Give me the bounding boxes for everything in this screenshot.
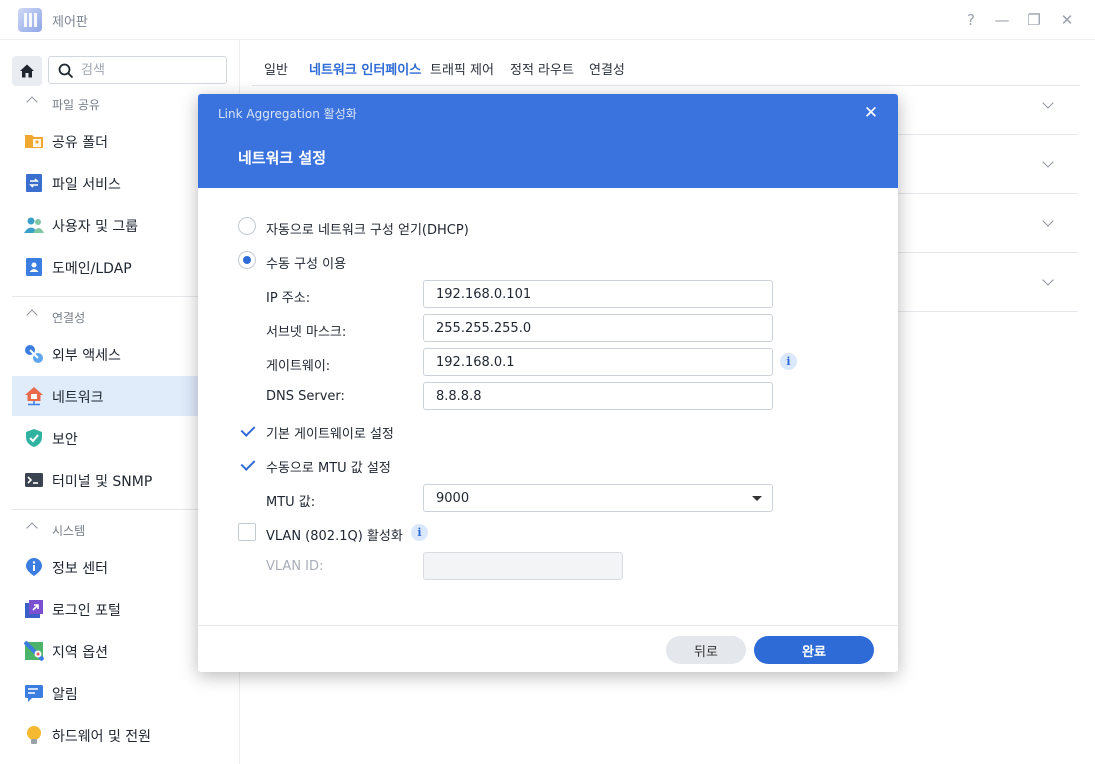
subnet-mask-input[interactable] (423, 314, 773, 342)
home-button[interactable] (12, 56, 42, 86)
chevron-up-icon (26, 309, 38, 321)
manual-mtu-label[interactable]: 수동으로 MTU 값 설정 (266, 457, 391, 476)
minimize-icon[interactable]: — (992, 10, 1012, 30)
dns-server-input[interactable] (423, 382, 773, 410)
section-divider (12, 296, 227, 297)
close-icon[interactable]: ✕ (862, 104, 880, 122)
search-icon (58, 63, 74, 79)
dialog-subtitle: 네트워크 설정 (238, 149, 327, 167)
mtu-value-label: MTU 값: (266, 495, 316, 510)
dialog-footer: 뒤로 완료 (198, 625, 898, 672)
maximize-icon[interactable]: ❐ (1024, 10, 1044, 30)
default-gateway-label[interactable]: 기본 게이트웨이로 설정 (266, 423, 394, 442)
section-divider (12, 509, 227, 510)
notification-icon (25, 685, 43, 702)
search-input[interactable] (81, 60, 221, 80)
dhcp-label[interactable]: 자동으로 네트워크 구성 얻기(DHCP) (266, 219, 469, 238)
caret-down-icon (752, 496, 762, 501)
regional-options-icon (24, 641, 44, 661)
dialog-title: Link Aggregation 활성화 (218, 107, 357, 121)
mtu-value-select[interactable]: 9000 (423, 484, 773, 512)
chevron-down-icon[interactable] (1042, 215, 1054, 227)
link-aggregation-dialog: Link Aggregation 활성화 네트워크 설정 ✕ 자동으로 네트워크… (198, 94, 898, 672)
domain-ldap-icon (26, 258, 42, 276)
sidebar-item-hardware-power[interactable]: 하드웨어 및 전원 (12, 715, 240, 755)
help-icon[interactable]: ? (961, 10, 981, 30)
chevron-up-icon (26, 96, 38, 108)
shared-folder-icon (25, 135, 43, 148)
hardware-power-icon (27, 726, 41, 744)
control-panel-app-icon (18, 8, 42, 32)
vlan-id-input[interactable] (423, 552, 623, 580)
vlan-label[interactable]: VLAN (802.1Q) 활성화 (266, 525, 403, 544)
vlan-id-label: VLAN ID: (266, 559, 324, 574)
mtu-selected-value: 9000 (436, 491, 470, 506)
manual-mtu-checkbox[interactable] (238, 455, 256, 473)
dns-server-label: DNS Server: (266, 389, 345, 404)
info-center-icon (26, 558, 42, 576)
done-button[interactable]: 완료 (754, 636, 874, 664)
external-access-icon (25, 345, 43, 363)
chevron-down-icon[interactable] (1042, 156, 1054, 168)
manual-config-radio[interactable] (238, 251, 256, 269)
security-shield-icon (26, 429, 42, 447)
gateway-info-icon[interactable]: i (780, 353, 797, 370)
sidebar-item-notification[interactable]: 알림 (12, 673, 240, 713)
chevron-down-icon[interactable] (1042, 97, 1054, 109)
vlan-info-icon[interactable]: i (411, 524, 428, 541)
back-button[interactable]: 뒤로 (666, 636, 746, 664)
title-bar: 제어판 ? — ❐ ✕ (0, 0, 1095, 40)
home-icon (20, 64, 34, 78)
chevron-down-icon[interactable] (1042, 274, 1054, 286)
window-title: 제어판 (52, 15, 88, 30)
manual-config-label[interactable]: 수동 구성 이용 (266, 253, 346, 272)
dhcp-radio[interactable] (238, 217, 256, 235)
chevron-up-icon (26, 522, 38, 534)
ip-address-input[interactable] (423, 280, 773, 308)
network-icon (25, 387, 43, 406)
dialog-header: Link Aggregation 활성화 네트워크 설정 ✕ (198, 94, 898, 188)
gateway-label: 게이트웨이: (266, 359, 331, 374)
login-portal-icon (25, 600, 43, 618)
close-window-icon[interactable]: ✕ (1057, 10, 1077, 30)
file-services-icon (26, 174, 42, 192)
search-box[interactable] (48, 56, 227, 84)
gateway-input[interactable] (423, 348, 773, 376)
ip-address-label: IP 주소: (266, 291, 311, 306)
default-gateway-checkbox[interactable] (238, 421, 256, 439)
subnet-mask-label: 서브넷 마스크: (266, 325, 347, 340)
user-group-icon (24, 217, 44, 233)
terminal-icon (25, 473, 43, 487)
vlan-checkbox[interactable] (238, 523, 256, 541)
